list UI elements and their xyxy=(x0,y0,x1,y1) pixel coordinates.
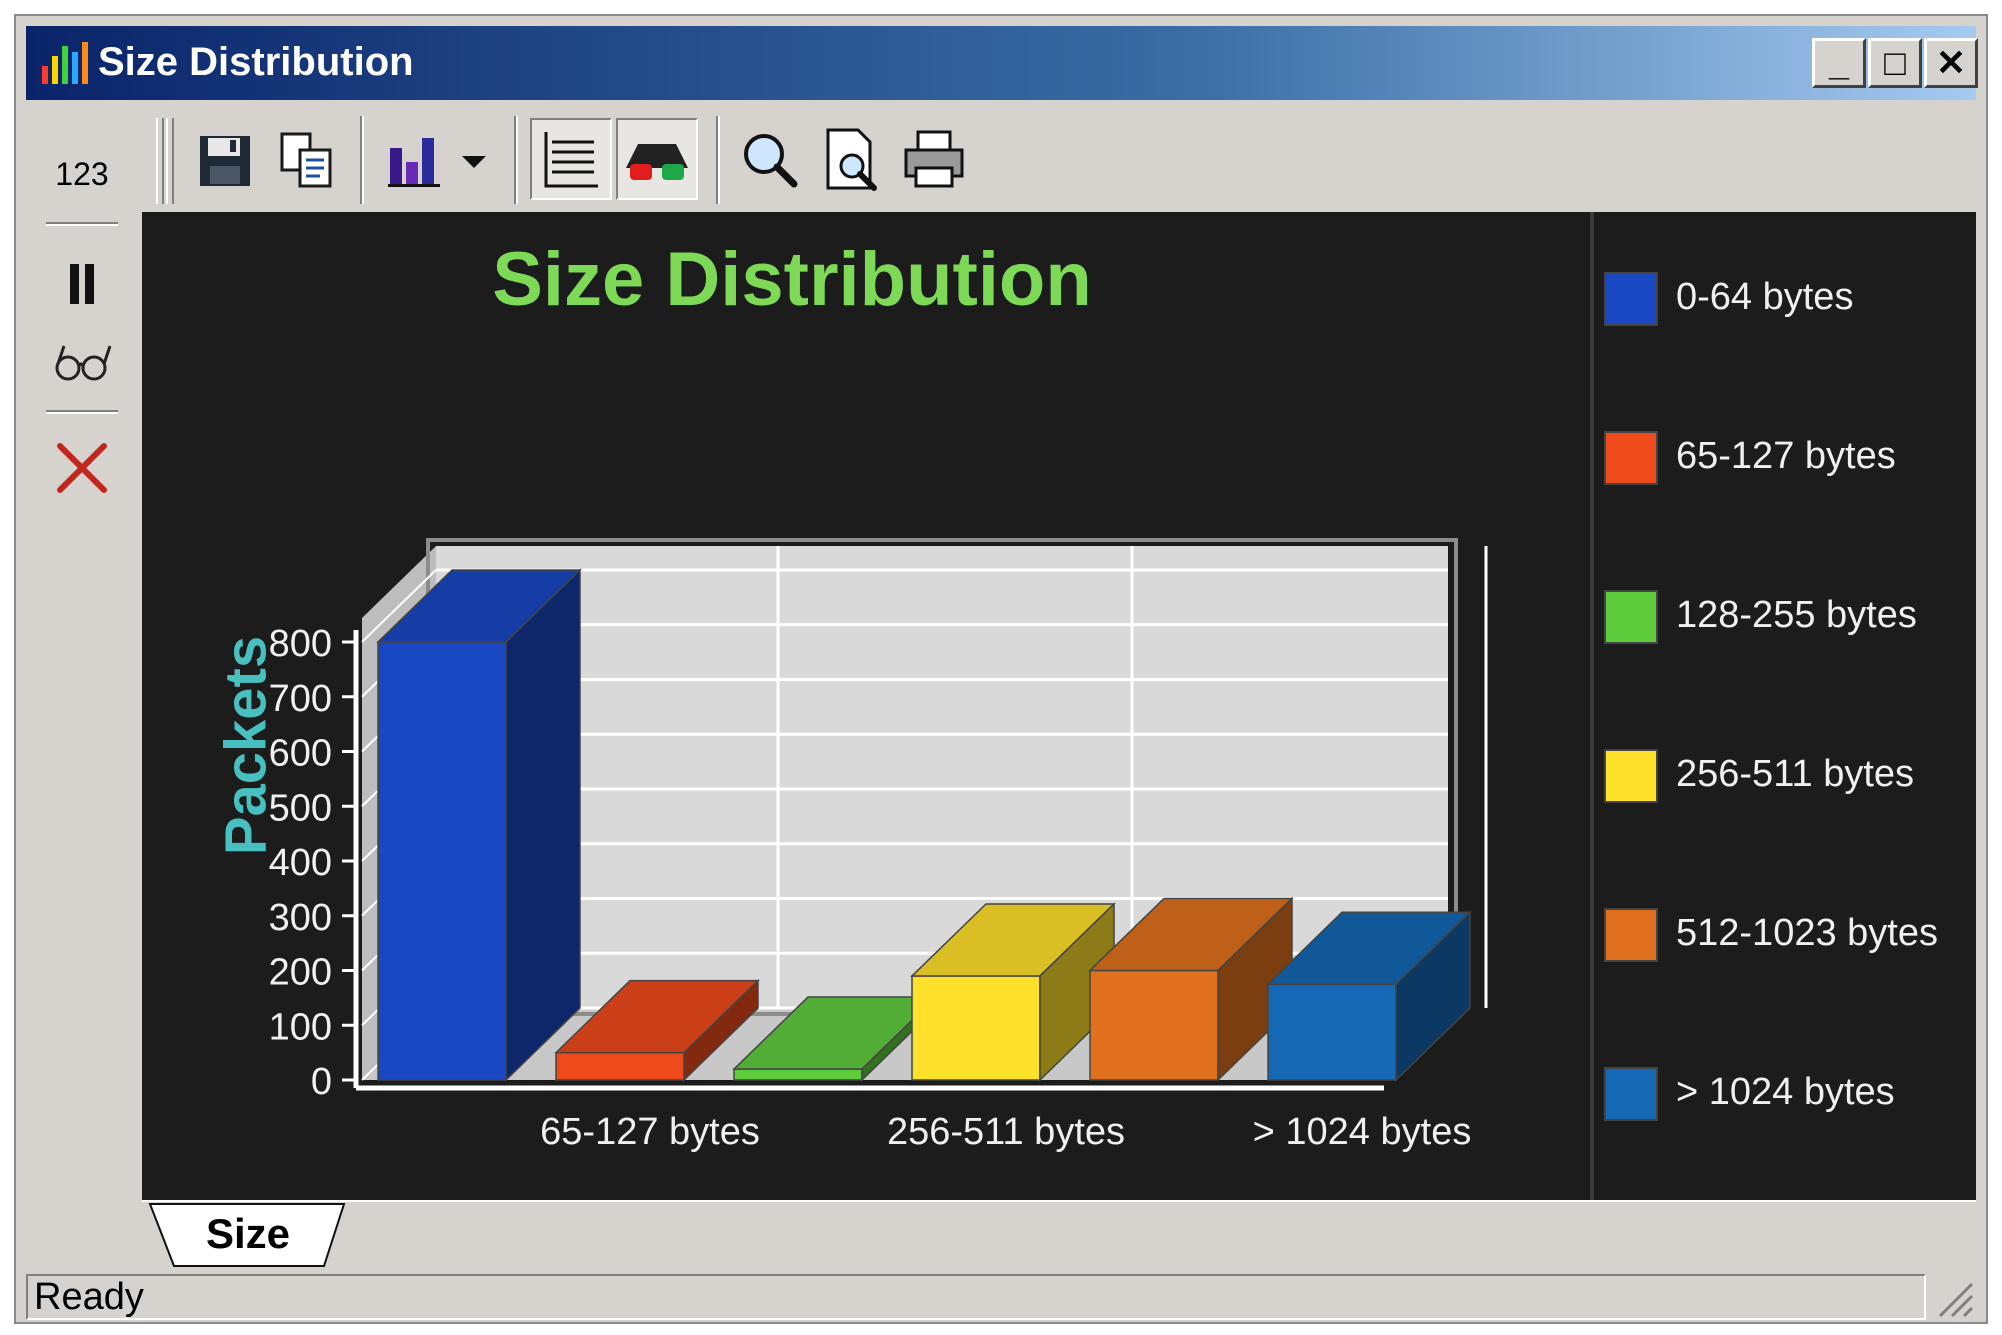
maximize-button[interactable]: □ xyxy=(1868,38,1922,88)
close-icon: ✕ xyxy=(1935,42,1967,83)
legend-swatch xyxy=(1604,749,1658,803)
bar-chart-icon xyxy=(388,138,440,187)
size-distribution-window: Size Distribution _ □ ✕ 123 0 100 200 30… xyxy=(14,14,1988,1324)
bar-front xyxy=(1267,983,1397,1081)
grid-lines-toggle[interactable] xyxy=(530,118,612,200)
y-tick-labels: 0100200300400500600700800 xyxy=(269,623,358,1103)
legend-label: > 1024 bytes xyxy=(1676,1071,1895,1113)
magnifier-icon xyxy=(744,134,798,188)
status-bar: Ready xyxy=(26,1274,1976,1320)
left-toolbar: 123 xyxy=(26,100,138,1235)
chart-type-dropdown[interactable] xyxy=(454,122,494,198)
left-toolbar-separator xyxy=(46,410,118,414)
chart-panel: 0 100 200 300 400 500 600 700 800 65-127 bytes 25… xyxy=(142,212,1976,1200)
status-text: Ready xyxy=(26,1274,1926,1320)
y-tick-label: 100 xyxy=(269,1006,332,1048)
toolbar-grip[interactable] xyxy=(166,118,174,204)
toolbar-grip[interactable] xyxy=(156,118,164,204)
bar-front xyxy=(555,1051,685,1081)
bar-chart: 0100200300400500600700800 65-127 bytes 25… xyxy=(269,538,1488,1153)
legend-label: 65-127 bytes xyxy=(1676,435,1896,477)
chart-type-button[interactable] xyxy=(378,122,454,198)
close-button[interactable]: ✕ xyxy=(1924,38,1978,88)
y-tick-label: 200 xyxy=(269,952,332,994)
floppy-disk-icon xyxy=(200,136,250,186)
pause-icon xyxy=(70,264,94,304)
legend-label: 128-255 bytes xyxy=(1676,594,1917,636)
tab-strip: Size xyxy=(142,1200,1976,1272)
save-button[interactable] xyxy=(186,122,262,198)
zoom-button[interactable] xyxy=(732,122,808,198)
left-toolbar-separator xyxy=(46,222,118,226)
bar-front xyxy=(733,1068,863,1081)
y-axis-label: Packets xyxy=(213,635,279,856)
tab-size[interactable]: Size xyxy=(148,1202,346,1267)
y-tick-label: 0 xyxy=(311,1061,332,1103)
legend-label: 0-64 bytes xyxy=(1676,276,1854,318)
delete-button[interactable] xyxy=(46,438,118,503)
print-button[interactable] xyxy=(896,122,972,198)
copy-button[interactable] xyxy=(268,122,344,198)
legend-swatch xyxy=(1604,590,1658,644)
bar-side xyxy=(505,568,581,1082)
legend-swatch xyxy=(1604,908,1658,962)
glasses-icon xyxy=(55,345,112,381)
print-preview-button[interactable] xyxy=(814,122,890,198)
title-bar[interactable]: Size Distribution _ □ ✕ xyxy=(26,26,1978,100)
legend-swatch xyxy=(1604,1067,1658,1121)
tab-size-label: Size xyxy=(205,1210,291,1257)
pause-button[interactable] xyxy=(46,258,118,319)
grid-lines-icon xyxy=(544,132,598,188)
legend-label: 512-1023 bytes xyxy=(1676,912,1938,954)
legend-label: 256-511 bytes xyxy=(1676,753,1915,795)
legend-swatch xyxy=(1604,272,1658,326)
numeric-view-button[interactable]: 123 xyxy=(46,156,118,193)
3d-view-toggle[interactable] xyxy=(616,118,698,200)
bar[interactable] xyxy=(376,568,582,1082)
x-tick-label: 256-511 bytes xyxy=(887,1111,1125,1153)
x-tick-label: 65-127 bytes xyxy=(540,1111,760,1153)
legend-divider xyxy=(1590,212,1594,1200)
red-x-icon xyxy=(57,443,107,493)
bar-front xyxy=(1089,969,1219,1081)
minimize-icon: _ xyxy=(1828,42,1850,83)
minimize-button[interactable]: _ xyxy=(1812,38,1866,88)
x-tick-labels: 65-127 bytes 256-511 bytes > 1024 bytes xyxy=(540,1111,1471,1153)
chart-title: Size Distribution xyxy=(492,237,1092,322)
toolbar-separator xyxy=(716,116,720,204)
bar-front xyxy=(377,641,507,1081)
glasses-button[interactable] xyxy=(46,336,118,397)
3d-glasses-icon xyxy=(626,144,688,180)
toolbar-separator xyxy=(514,116,518,204)
print-preview-icon xyxy=(826,128,877,191)
printer-icon xyxy=(904,130,964,188)
maximize-icon: □ xyxy=(1884,42,1906,83)
back-wall xyxy=(436,546,1448,1008)
copy-icon xyxy=(280,132,332,188)
legend-swatch xyxy=(1604,431,1658,485)
toolbar-separator xyxy=(360,116,364,204)
chevron-down-icon xyxy=(462,156,486,168)
resize-grip-icon[interactable] xyxy=(1932,1276,1976,1320)
counter-label: 123 xyxy=(55,156,109,192)
window-title: Size Distribution xyxy=(98,40,414,84)
main-toolbar xyxy=(142,100,1976,210)
x-tick-label: > 1024 bytes xyxy=(1253,1111,1472,1153)
bar-front xyxy=(911,975,1041,1081)
y-tick-label: 300 xyxy=(269,897,332,939)
bar-chart-app-icon xyxy=(42,42,88,84)
